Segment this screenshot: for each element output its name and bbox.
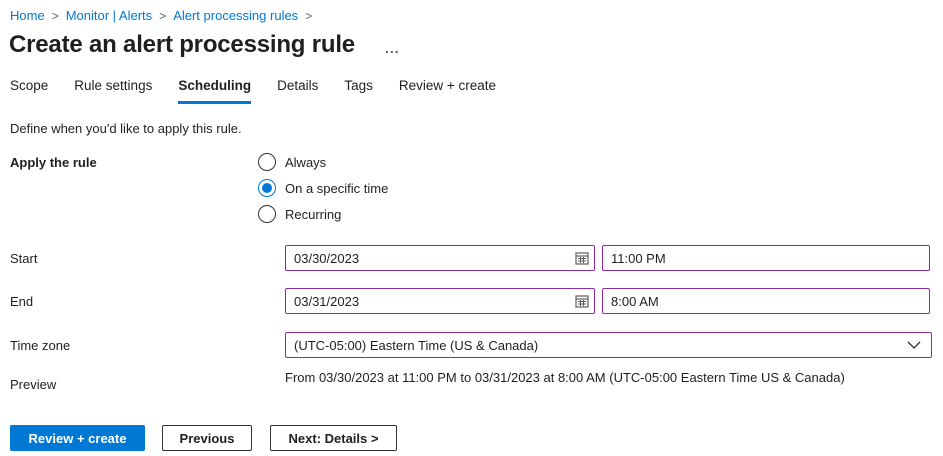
more-options-icon[interactable]: ... xyxy=(385,44,400,52)
tab-rule-settings[interactable]: Rule settings xyxy=(74,78,152,104)
preview-value: From 03/30/2023 at 11:00 PM to 03/31/202… xyxy=(285,370,845,385)
page-title: Create an alert processing rule xyxy=(9,31,355,59)
start-label: Start xyxy=(10,251,37,266)
tab-scheduling[interactable]: Scheduling xyxy=(178,78,251,104)
end-date-field xyxy=(285,288,595,314)
preview-label: Preview xyxy=(10,377,56,392)
title-row: Create an alert processing rule ... xyxy=(9,31,400,59)
radio-on-specific-time-label: On a specific time xyxy=(285,181,388,196)
breadcrumb-monitor-alerts[interactable]: Monitor | Alerts xyxy=(66,8,152,23)
start-time-field xyxy=(602,245,930,271)
review-create-button[interactable]: Review + create xyxy=(10,425,145,451)
start-date-input[interactable] xyxy=(286,246,570,270)
tab-scope[interactable]: Scope xyxy=(10,78,48,104)
end-label: End xyxy=(10,294,33,309)
end-date-input[interactable] xyxy=(286,289,570,313)
radio-recurring-label: Recurring xyxy=(285,207,341,222)
tab-tags[interactable]: Tags xyxy=(344,78,373,104)
timezone-label: Time zone xyxy=(10,338,70,353)
breadcrumb-separator-icon: > xyxy=(305,9,312,23)
previous-button[interactable]: Previous xyxy=(162,425,252,451)
radio-circle-icon xyxy=(258,205,276,223)
breadcrumb-home[interactable]: Home xyxy=(10,8,45,23)
radio-recurring[interactable]: Recurring xyxy=(258,205,388,223)
end-time-field xyxy=(602,288,930,314)
calendar-icon[interactable] xyxy=(570,246,594,270)
breadcrumb-separator-icon: > xyxy=(52,9,59,23)
scheduling-description: Define when you'd like to apply this rul… xyxy=(10,121,242,136)
chevron-down-icon xyxy=(907,341,921,349)
radio-always-label: Always xyxy=(285,155,326,170)
radio-circle-icon xyxy=(258,179,276,197)
next-details-button[interactable]: Next: Details > xyxy=(270,425,397,451)
start-time-input[interactable] xyxy=(603,246,929,270)
tab-details[interactable]: Details xyxy=(277,78,318,104)
radio-circle-icon xyxy=(258,153,276,171)
start-date-field xyxy=(285,245,595,271)
apply-rule-radio-group: Always On a specific time Recurring xyxy=(258,153,388,223)
breadcrumb-separator-icon: > xyxy=(159,9,166,23)
breadcrumb-alert-processing-rules[interactable]: Alert processing rules xyxy=(173,8,298,23)
tab-review-create[interactable]: Review + create xyxy=(399,78,496,104)
timezone-selected-value: (UTC-05:00) Eastern Time (US & Canada) xyxy=(294,338,538,353)
radio-always[interactable]: Always xyxy=(258,153,388,171)
breadcrumb: Home > Monitor | Alerts > Alert processi… xyxy=(10,8,312,23)
calendar-icon[interactable] xyxy=(570,289,594,313)
timezone-dropdown[interactable]: (UTC-05:00) Eastern Time (US & Canada) xyxy=(285,332,932,358)
tab-bar: Scope Rule settings Scheduling Details T… xyxy=(10,78,496,104)
end-time-input[interactable] xyxy=(603,289,929,313)
radio-on-specific-time[interactable]: On a specific time xyxy=(258,179,388,197)
apply-the-rule-label: Apply the rule xyxy=(10,155,97,170)
create-alert-processing-rule-page: Home > Monitor | Alerts > Alert processi… xyxy=(0,0,943,456)
